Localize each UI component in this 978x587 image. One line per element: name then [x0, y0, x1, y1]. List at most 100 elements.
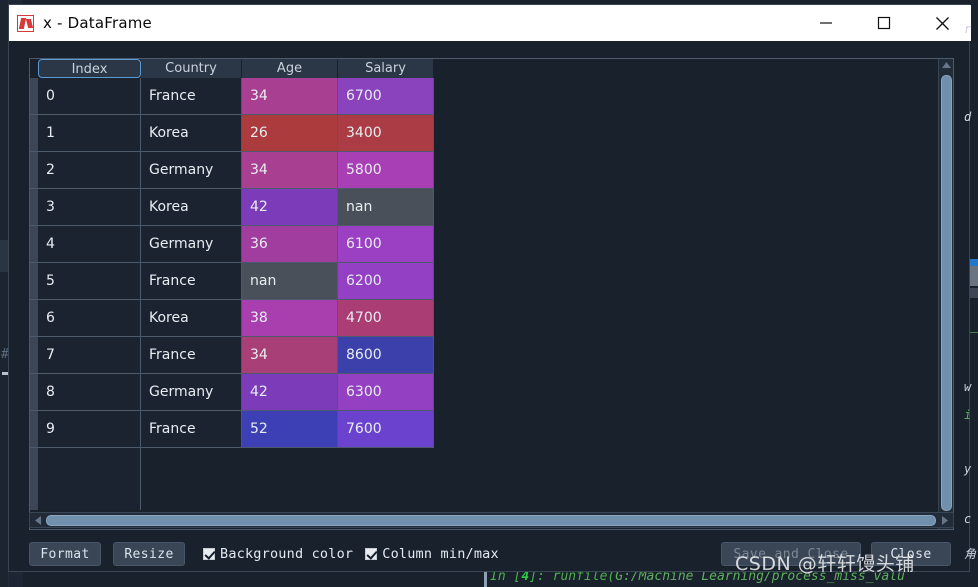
background-color-checkbox[interactable]: Background color	[203, 546, 353, 562]
checkbox-icon	[365, 548, 378, 560]
table-row[interactable]: 8 Germany 42 6300	[30, 374, 953, 411]
cell-salary[interactable]: 8600	[338, 337, 434, 374]
row-index-label: 2	[46, 162, 55, 178]
cell-country[interactable]: France	[141, 411, 242, 448]
cell-age[interactable]: 26	[242, 115, 338, 152]
table-row[interactable]: 3 Korea 42 nan	[30, 189, 953, 226]
cell-salary[interactable]: 6300	[338, 374, 434, 411]
column-header-index[interactable]: Index	[38, 59, 141, 78]
horizontal-scrollbar[interactable]	[29, 512, 954, 528]
window-titlebar[interactable]: x - DataFrame	[9, 5, 971, 41]
cell-age[interactable]: 34	[242, 78, 338, 115]
row-grip[interactable]	[30, 189, 38, 225]
row-grip[interactable]	[30, 115, 38, 151]
row-index-label: 3	[46, 199, 55, 215]
cell-country[interactable]: Korea	[141, 300, 242, 337]
scroll-up-button[interactable]	[939, 59, 953, 72]
row-grip[interactable]	[30, 300, 38, 336]
row-grip[interactable]	[30, 226, 38, 262]
row-grip[interactable]	[30, 152, 38, 188]
cell-age[interactable]: 52	[242, 411, 338, 448]
table-row[interactable]: 9 France 52 7600	[30, 411, 953, 448]
row-grip[interactable]	[30, 78, 38, 114]
cell-age[interactable]: nan	[242, 263, 338, 300]
cell-salary[interactable]: 7600	[338, 411, 434, 448]
cell-country[interactable]: France	[141, 337, 242, 374]
cell-age[interactable]: 36	[242, 226, 338, 263]
row-grip[interactable]	[30, 374, 38, 410]
cell-salary[interactable]: 6200	[338, 263, 434, 300]
chevron-right-icon	[941, 516, 948, 525]
filler-body-area	[141, 448, 953, 510]
cell-salary[interactable]: nan	[338, 189, 434, 226]
row-index-cell[interactable]: 9	[30, 411, 141, 448]
row-index-label: 6	[46, 310, 55, 326]
cell-country[interactable]: Korea	[141, 189, 242, 226]
row-index-cell[interactable]: 6	[30, 300, 141, 337]
cell-country[interactable]: Korea	[141, 115, 242, 152]
cell-country[interactable]: France	[141, 263, 242, 300]
row-grip[interactable]	[30, 411, 38, 447]
background-color-label: Background color	[220, 546, 354, 562]
table-row[interactable]: 4 Germany 36 6100	[30, 226, 953, 263]
ide-background-text-fragment: d	[964, 110, 972, 124]
resize-button[interactable]: Resize	[113, 542, 185, 566]
chevron-up-icon	[942, 62, 951, 68]
row-index-label: 7	[46, 347, 55, 363]
cell-country[interactable]: France	[141, 78, 242, 115]
vertical-scroll-thumb[interactable]	[941, 75, 952, 511]
checkbox-icon	[203, 548, 215, 560]
row-index-cell[interactable]: 3	[30, 189, 141, 226]
scroll-right-button[interactable]	[938, 514, 952, 527]
column-header-salary[interactable]: Salary	[338, 59, 434, 78]
dataframe-table[interactable]: Index Country Age Salary 0 France 34 6700 1 K…	[29, 58, 954, 530]
table-row[interactable]: 6 Korea 38 4700	[30, 300, 953, 337]
row-index-label: 4	[46, 236, 55, 252]
cell-age[interactable]: 38	[242, 300, 338, 337]
cell-age[interactable]: 42	[242, 374, 338, 411]
minimize-button[interactable]	[797, 5, 855, 41]
vertical-scrollbar[interactable]	[938, 59, 953, 529]
table-row[interactable]: 7 France 34 8600	[30, 337, 953, 374]
row-index-cell[interactable]: 4	[30, 226, 141, 263]
column-minmax-checkbox[interactable]: Column min/max	[365, 546, 499, 562]
row-grip[interactable]	[30, 337, 38, 373]
cell-salary[interactable]: 6700	[338, 78, 434, 115]
column-header-country[interactable]: Country	[141, 59, 242, 78]
row-index-cell[interactable]: 8	[30, 374, 141, 411]
format-button[interactable]: Format	[29, 542, 101, 566]
table-row[interactable]: 1 Korea 26 3400	[30, 115, 953, 152]
cell-salary[interactable]: 3400	[338, 115, 434, 152]
close-icon	[935, 16, 949, 30]
row-grip[interactable]	[30, 263, 38, 299]
cell-salary[interactable]: 6100	[338, 226, 434, 263]
row-index-cell[interactable]: 7	[30, 337, 141, 374]
cell-age[interactable]: 34	[242, 152, 338, 189]
ide-background-text-fragment: r	[964, 22, 972, 36]
scroll-left-button[interactable]	[31, 514, 45, 527]
dataframe-viewer-window: x - DataFrame Index Country Age Salary 0…	[8, 4, 971, 572]
ide-background-text-fragment: i	[964, 408, 972, 422]
close-button[interactable]	[913, 5, 971, 41]
cell-salary[interactable]: 4700	[338, 300, 434, 337]
cell-age[interactable]: 42	[242, 189, 338, 226]
row-index-label: 9	[46, 421, 55, 437]
horizontal-scroll-thumb[interactable]	[46, 515, 936, 526]
column-minmax-label: Column min/max	[382, 546, 499, 562]
cell-salary[interactable]: 5800	[338, 152, 434, 189]
cell-age[interactable]: 34	[242, 337, 338, 374]
table-row[interactable]: 2 Germany 34 5800	[30, 152, 953, 189]
cell-country[interactable]: Germany	[141, 226, 242, 263]
row-index-cell[interactable]: 0	[30, 78, 141, 115]
table-row[interactable]: 0 France 34 6700	[30, 78, 953, 115]
cell-country[interactable]: Germany	[141, 152, 242, 189]
column-header-age[interactable]: Age	[242, 59, 338, 78]
maximize-button[interactable]	[855, 5, 913, 41]
row-index-cell[interactable]: 2	[30, 152, 141, 189]
ide-background-text-fragment: y	[964, 462, 972, 476]
row-index-cell[interactable]: 5	[30, 263, 141, 300]
cell-country[interactable]: Germany	[141, 374, 242, 411]
ide-background-text-fragment: 角	[964, 547, 977, 561]
row-index-cell[interactable]: 1	[30, 115, 141, 152]
table-row[interactable]: 5 France nan 6200	[30, 263, 953, 300]
